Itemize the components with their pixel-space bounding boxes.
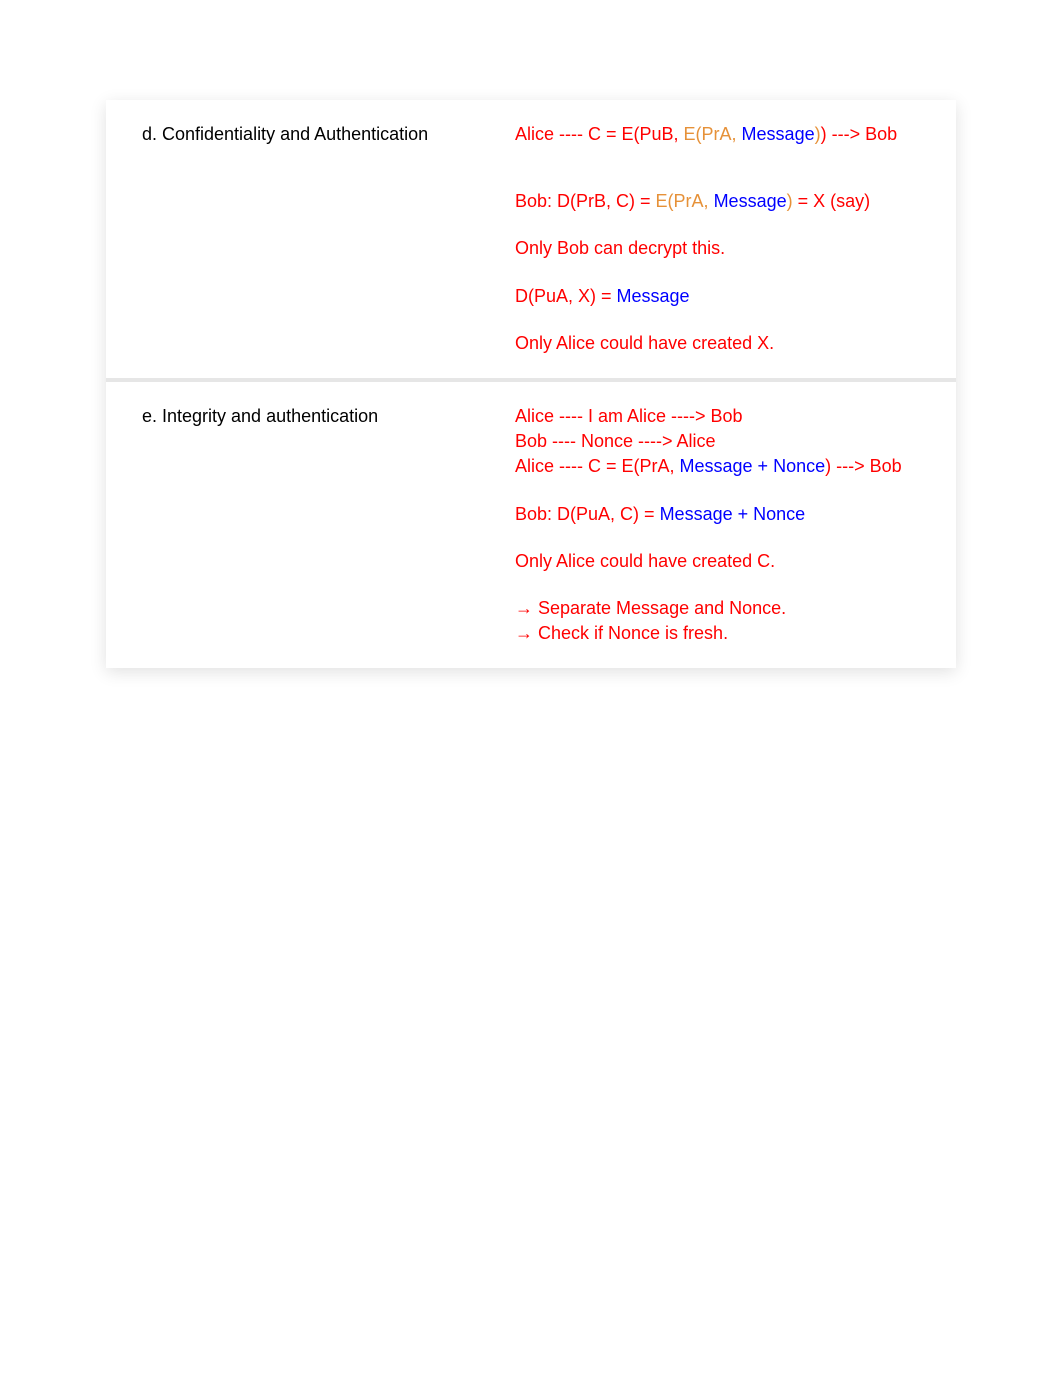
d-line-4: D(PuA, X) = Message (515, 284, 938, 309)
e-line-1: Alice ---- I am Alice ----> Bob (515, 404, 938, 429)
row-d-label-cell: d. Confidentiality and Authentication (106, 100, 497, 380)
table-row: e. Integrity and authentication Alice --… (106, 380, 956, 668)
row-e-content-cell: Alice ---- I am Alice ----> Bob Bob ----… (497, 380, 956, 668)
e-line-7: → Check if Nonce is fresh. (515, 621, 938, 646)
d-line-1: Alice ---- C = E(PuB, E(PrA, Message)) -… (515, 122, 938, 147)
d-line-5: Only Alice could have created X. (515, 331, 938, 356)
row-e-label-cell: e. Integrity and authentication (106, 380, 497, 668)
row-marker: e. (124, 404, 148, 429)
d-line-2: Bob: D(PrB, C) = E(PrA, Message) = X (sa… (515, 189, 938, 214)
e-line-6: → Separate Message and Nonce. (515, 596, 938, 621)
e-line-4: Bob: D(PuA, C) = Message + Nonce (515, 502, 938, 527)
row-marker: d. (124, 122, 148, 147)
e-line-3: Alice ---- C = E(PrA, Message + Nonce) -… (515, 454, 938, 479)
row-d-content-cell: Alice ---- C = E(PuB, E(PrA, Message)) -… (497, 100, 956, 380)
crypto-table: d. Confidentiality and Authentication Al… (106, 100, 956, 668)
row-label: Confidentiality and Authentication (162, 122, 479, 147)
d-line-3: Only Bob can decrypt this. (515, 236, 938, 261)
e-line-2: Bob ---- Nonce ----> Alice (515, 429, 938, 454)
e-line-5: Only Alice could have created C. (515, 549, 938, 574)
table-row: d. Confidentiality and Authentication Al… (106, 100, 956, 380)
row-label: Integrity and authentication (162, 404, 479, 429)
